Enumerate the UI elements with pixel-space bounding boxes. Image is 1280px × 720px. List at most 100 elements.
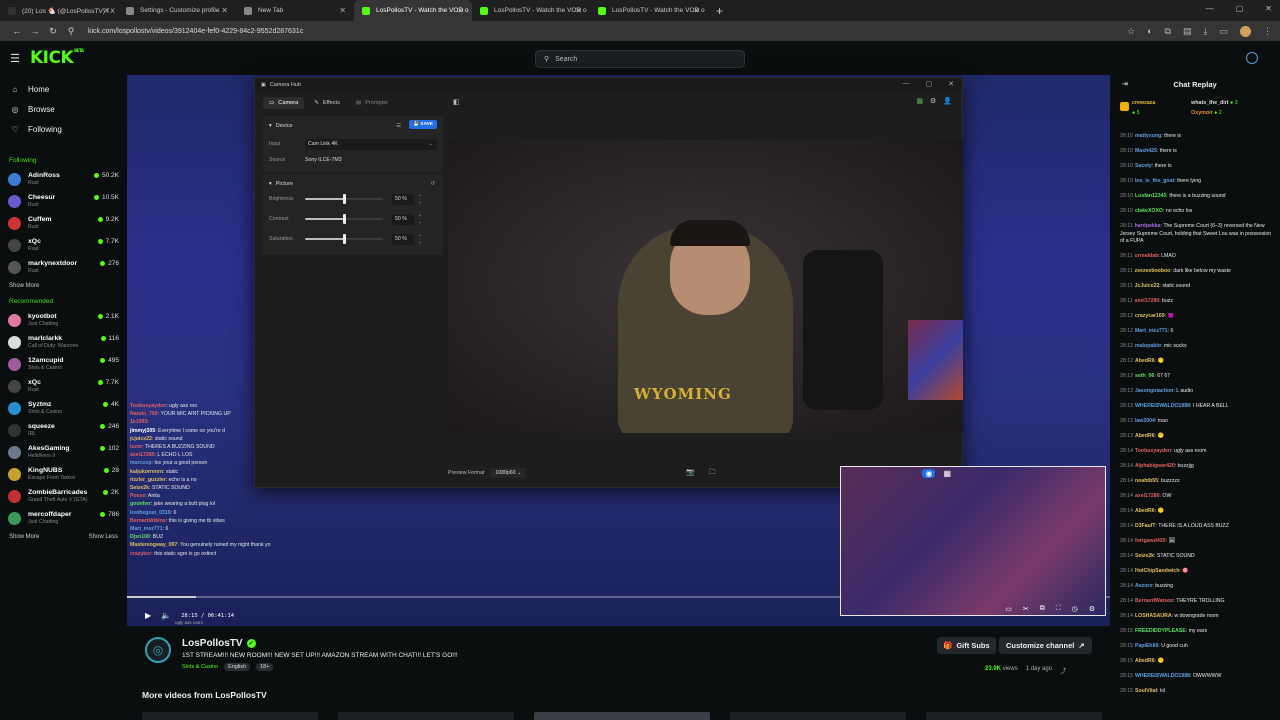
settings-icon[interactable]: ⚙ bbox=[1089, 605, 1095, 613]
input-select[interactable]: Cam Link 4K ⌄ bbox=[305, 138, 437, 150]
channel-item[interactable]: markynextdoor Rust 276 bbox=[0, 256, 127, 278]
chat-username[interactable]: seth_06 bbox=[1135, 373, 1154, 379]
chat-username[interactable]: crazycar169 bbox=[1135, 313, 1165, 319]
close-tab-icon[interactable]: ✕ bbox=[693, 6, 700, 15]
fullscreen-icon[interactable]: ⛶ bbox=[1056, 605, 1061, 613]
category-link[interactable]: Slots & Casino bbox=[182, 664, 218, 670]
channel-item[interactable]: marlclarkk Call of Duty: Warzone 116 bbox=[0, 331, 127, 353]
channel-item[interactable]: mercoffdaper Just Chatting 786 bbox=[0, 507, 127, 529]
channel-item[interactable]: 12amcupid Slots & Casino 495 bbox=[0, 353, 127, 375]
chat-username[interactable]: HotChipSandwich bbox=[1135, 568, 1179, 574]
nav-home[interactable]: ⌂ Home bbox=[0, 79, 127, 99]
browser-tab[interactable]: Settings - Customize profile ✕ bbox=[118, 0, 236, 21]
slider-value-input[interactable]: 50 % bbox=[392, 233, 414, 245]
speed-icon[interactable]: ◷ bbox=[1072, 605, 1078, 613]
chat-username[interactable]: JcJuice22 bbox=[1135, 283, 1160, 289]
chat-username[interactable]: Alphabigwar420 bbox=[1135, 463, 1175, 469]
maximize-icon[interactable]: ▢ bbox=[1236, 4, 1244, 13]
chat-username[interactable]: LOSHASAURA bbox=[1135, 613, 1172, 619]
channel-item[interactable]: Cuffem Rust 9.2K bbox=[0, 212, 127, 234]
slider-thumb[interactable] bbox=[343, 214, 346, 224]
chat-username[interactable]: WHEREISWALDO1988 bbox=[1135, 673, 1190, 679]
volume-icon[interactable]: 🔈 bbox=[161, 611, 171, 620]
chat-username[interactable]: AbedR6 bbox=[1135, 508, 1155, 514]
reset-icon[interactable]: ↺ bbox=[430, 181, 435, 187]
webcam-overlay[interactable]: ◉ ▦ ▭ ✂ ⧉ ⛶ ◷ ⚙ bbox=[840, 466, 1106, 616]
gift-subs-button[interactable]: 🎁 Gift Subs bbox=[937, 637, 996, 654]
close-icon[interactable]: ✕ bbox=[1265, 4, 1272, 13]
tab-effects[interactable]: ✎ Effects bbox=[308, 97, 346, 109]
slider-track[interactable] bbox=[305, 214, 383, 224]
chat-username[interactable]: BernardWatson bbox=[1135, 598, 1173, 604]
tag-mature[interactable]: 18+ bbox=[256, 663, 274, 671]
chat-username[interactable]: law2004 bbox=[1135, 418, 1155, 424]
chat-username[interactable]: urrealdab bbox=[1135, 253, 1159, 259]
kick-logo[interactable]: KICKBETA bbox=[30, 48, 84, 68]
chat-username[interactable]: axel17280 bbox=[1135, 298, 1160, 304]
nav-browse[interactable]: ◎ Browse bbox=[0, 99, 127, 119]
chat-username[interactable]: malopablo bbox=[1135, 343, 1161, 349]
folder-icon[interactable]: 🗀 bbox=[709, 468, 716, 479]
stepper-icon[interactable]: ⌃ ⌄ bbox=[418, 234, 422, 244]
tab-camera[interactable]: ▭ Camera bbox=[263, 97, 305, 109]
bookmark-star-icon[interactable]: ☆ bbox=[1127, 26, 1135, 37]
stepper-icon[interactable]: ⌃ ⌄ bbox=[418, 194, 422, 204]
maximize-icon[interactable]: ▢ bbox=[926, 80, 933, 88]
show-more-button[interactable]: Show More bbox=[9, 534, 39, 540]
clip-icon[interactable]: ✂ bbox=[1023, 605, 1029, 613]
back-icon[interactable]: ← bbox=[8, 26, 26, 36]
chat-username[interactable]: Seize2k bbox=[1135, 553, 1154, 559]
theater-icon[interactable]: ▭ bbox=[1005, 605, 1012, 613]
slider-track[interactable] bbox=[305, 234, 383, 244]
chat-username[interactable]: mattyxung bbox=[1135, 133, 1161, 139]
chat-username[interactable]: WHEREISWALDO1988 bbox=[1135, 403, 1190, 409]
extension-icon[interactable]: ◐ bbox=[1147, 26, 1152, 36]
gifter-name[interactable]: Oxymoir bbox=[1191, 110, 1213, 116]
browser-tab[interactable]: (20) Los 🐔 (@LosPollosTV) / X ✕ bbox=[0, 0, 118, 21]
tab-prompter[interactable]: ▤ Prompter bbox=[350, 97, 394, 109]
tag-language[interactable]: English bbox=[224, 663, 251, 671]
chat-username[interactable]: Mart_inez771 bbox=[1135, 328, 1168, 334]
forward-icon[interactable]: → bbox=[26, 26, 44, 36]
minimize-icon[interactable]: — bbox=[903, 80, 910, 88]
slider-value-input[interactable]: 50 % bbox=[392, 193, 414, 205]
slider-thumb[interactable] bbox=[343, 194, 346, 204]
stepper-icon[interactable]: ⌃ ⌄ bbox=[418, 214, 422, 224]
snapshot-icon[interactable]: 📷 bbox=[686, 468, 695, 479]
new-tab-button[interactable]: + bbox=[716, 4, 723, 18]
channel-name[interactable]: LosPollosTV bbox=[182, 638, 243, 649]
save-button[interactable]: 💾 SAVE bbox=[408, 120, 437, 129]
channel-avatar[interactable]: ◎ bbox=[145, 637, 171, 663]
video-thumbnail[interactable] bbox=[142, 712, 318, 720]
chat-username[interactable]: los_is_the_goat bbox=[1135, 178, 1174, 184]
slider-track[interactable] bbox=[305, 194, 383, 204]
close-tab-icon[interactable]: ✕ bbox=[103, 6, 110, 15]
nav-following[interactable]: ♡ Following bbox=[0, 119, 127, 139]
url-field[interactable]: kick.com/lospollostv/videos/3912404e-fef… bbox=[88, 28, 1127, 35]
grid-icon[interactable]: ▦ bbox=[943, 469, 951, 478]
chat-username[interactable]: Maxh425 bbox=[1135, 148, 1157, 154]
channel-item[interactable]: KingNUBS Escape From Tarkov 28 bbox=[0, 463, 127, 485]
hamburger-icon[interactable]: ☰ bbox=[0, 52, 30, 65]
channel-item[interactable]: ZombieBarricades Grand Theft Auto V (GTA)… bbox=[0, 485, 127, 507]
chat-username[interactable]: Jaxongotaction bbox=[1135, 388, 1173, 394]
channel-item[interactable]: Cheesur Rust 10.5K bbox=[0, 190, 127, 212]
chat-username[interactable]: axel17280 bbox=[1135, 493, 1160, 499]
channel-item[interactable]: squeeze IRL 246 bbox=[0, 419, 127, 441]
browser-tab[interactable]: New Tab ✕ bbox=[236, 0, 354, 21]
chat-username[interactable]: Aezorx bbox=[1135, 583, 1152, 589]
channel-item[interactable]: AkesGaming Helldivers II 102 bbox=[0, 441, 127, 463]
chat-username[interactable]: Losfan12345 bbox=[1135, 193, 1166, 199]
gear-icon[interactable]: ⚙ bbox=[930, 97, 936, 105]
download-icon[interactable]: ⤓ bbox=[1204, 26, 1208, 37]
show-less-button[interactable]: Show Less bbox=[89, 534, 118, 540]
close-tab-icon[interactable]: ✕ bbox=[575, 6, 582, 15]
close-tab-icon[interactable]: ✕ bbox=[221, 6, 228, 15]
user-icon[interactable]: 👤 bbox=[943, 97, 952, 105]
chat-username[interactable]: hardpekka bbox=[1135, 223, 1161, 229]
channel-item[interactable]: xQc Rust 7.7K bbox=[0, 234, 127, 256]
minimize-icon[interactable]: — bbox=[1206, 4, 1214, 13]
chat-username[interactable]: fortgawd420 bbox=[1135, 538, 1166, 544]
channel-item[interactable]: kyootbot Just Chatting 2.1K bbox=[0, 309, 127, 331]
site-info-icon[interactable]: ⚲ bbox=[62, 26, 80, 37]
